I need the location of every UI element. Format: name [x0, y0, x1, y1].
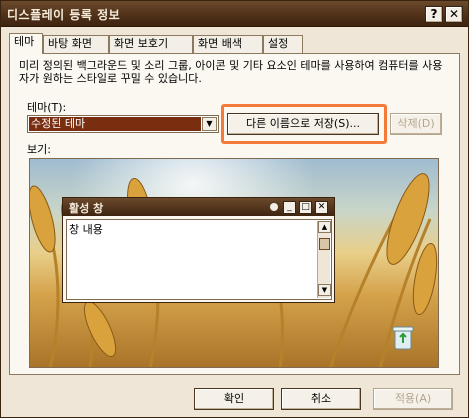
tab-settings[interactable]: 설정 [263, 35, 303, 53]
ok-button[interactable]: 확인 [194, 388, 274, 410]
active-window-preview: 활성 창 _ □ ✕ 창 내용 ▲ ▼ [62, 197, 335, 303]
preview-label: 보기: [27, 143, 51, 156]
help-button[interactable]: ? [425, 6, 443, 23]
close-button[interactable]: ✕ [445, 6, 463, 23]
active-window-title: 활성 창 [69, 202, 104, 215]
save-as-button[interactable]: 다른 이름으로 저장(S)... [227, 113, 379, 135]
maximize-icon: □ [299, 201, 312, 214]
theme-dropdown-value: 수정된 테마 [29, 117, 201, 131]
tab-screensaver[interactable]: 화면 보호기 [109, 35, 193, 53]
display-properties-window: 디스플레이 등록 정보 ? ✕ 테마 바탕 화면 화면 보호기 화면 배색 설정… [0, 0, 469, 418]
window-menu-icon [270, 203, 278, 211]
scroll-up-icon: ▲ [318, 221, 331, 233]
scrollbar: ▲ ▼ [317, 221, 331, 298]
close-icon: ✕ [315, 201, 328, 214]
minimize-icon: _ [283, 201, 296, 214]
window-text: 창 내용 [69, 223, 103, 236]
active-window-titlebar: 활성 창 _ □ ✕ [63, 198, 334, 216]
scroll-down-icon: ▼ [318, 284, 331, 296]
cancel-button[interactable]: 취소 [281, 388, 361, 410]
active-window-content: 창 내용 ▲ ▼ [66, 219, 332, 300]
tab-desktop[interactable]: 바탕 화면 [43, 35, 109, 53]
delete-button[interactable]: 삭제(D) [390, 113, 442, 135]
recycle-bin-icon [392, 326, 414, 350]
tab-appearance[interactable]: 화면 배색 [193, 35, 263, 53]
theme-label: 테마(T): [27, 101, 67, 114]
title-bar[interactable]: 디스플레이 등록 정보 ? ✕ [1, 1, 468, 27]
apply-button[interactable]: 적용(A) [373, 388, 453, 410]
scroll-thumb [319, 238, 330, 250]
chevron-down-icon[interactable]: ▼ [202, 117, 217, 131]
window-title: 디스플레이 등록 정보 [7, 8, 121, 22]
tab-theme[interactable]: 테마 [9, 33, 43, 54]
theme-dropdown[interactable]: 수정된 테마 ▼ [27, 115, 219, 133]
theme-description: 미리 정의된 백그라운드 및 소리 그룹, 아이콘 및 기타 요소인 테마를 사… [19, 59, 443, 85]
